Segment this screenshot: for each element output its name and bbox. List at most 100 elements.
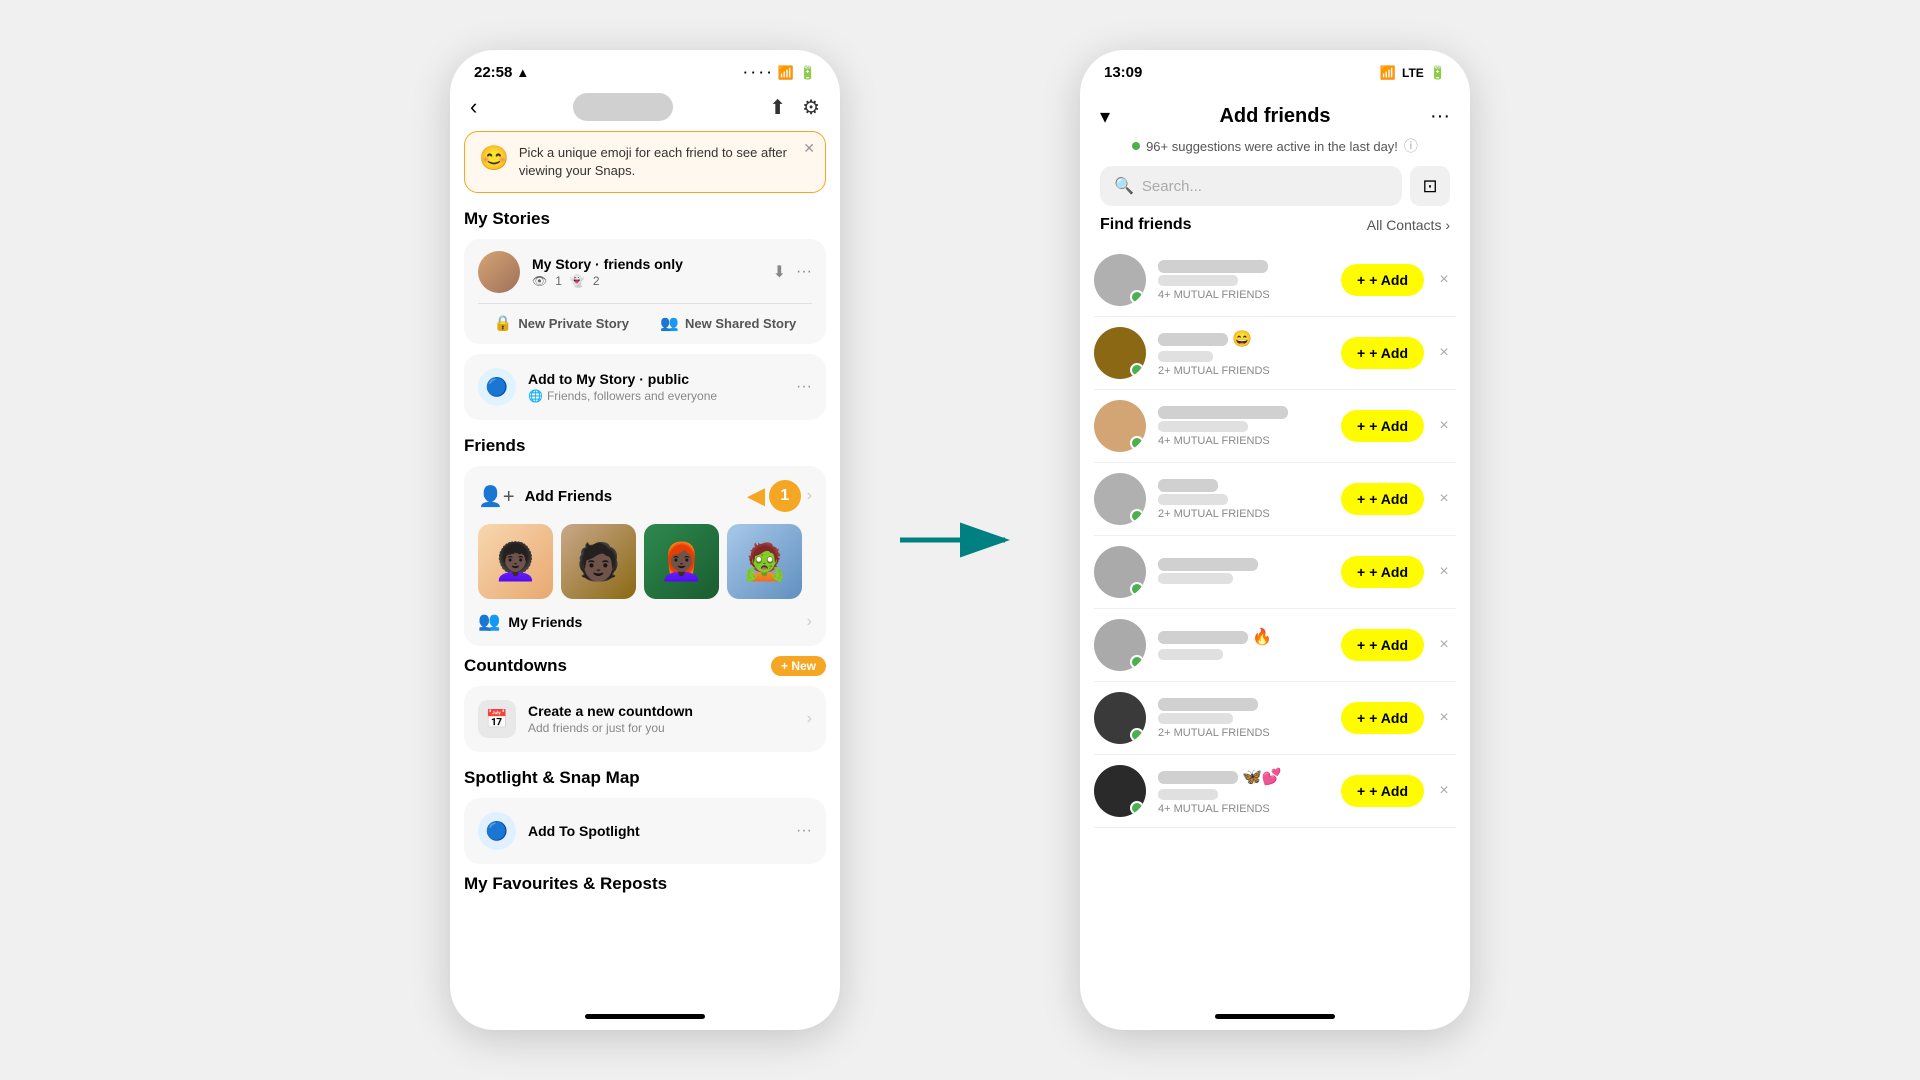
all-contacts-link[interactable]: All Contacts › bbox=[1367, 217, 1450, 233]
add-icon-1: + bbox=[1357, 272, 1365, 288]
public-info: Add to My Story · public 🌐 Friends, foll… bbox=[528, 371, 784, 403]
bitmoji-2: 🧑🏿 bbox=[561, 524, 636, 599]
countdown-info: Create a new countdown Add friends or ju… bbox=[528, 703, 795, 735]
countdown-card[interactable]: 📅 Create a new countdown Add friends or … bbox=[464, 686, 826, 752]
active-dot bbox=[1132, 142, 1140, 150]
af-chevron-icon[interactable]: ▾ bbox=[1100, 104, 1110, 129]
dismiss-button-6[interactable]: × bbox=[1432, 633, 1456, 657]
new-private-story-button[interactable]: 🔒 New Private Story bbox=[494, 314, 629, 332]
home-bar-right bbox=[1215, 1014, 1335, 1019]
countdown-chevron: › bbox=[807, 710, 812, 728]
friend-item-8: 🦋💕 4+ MUTUAL FRIENDS + + Add × bbox=[1094, 755, 1456, 828]
add-icon-3: + bbox=[1357, 418, 1365, 434]
status-time-left: 22:58 ▲ bbox=[474, 64, 529, 81]
add-button-2[interactable]: + + Add bbox=[1341, 337, 1424, 369]
friend-name-bar-6 bbox=[1158, 631, 1248, 644]
dismiss-button-2[interactable]: × bbox=[1432, 341, 1456, 365]
add-button-1[interactable]: + + Add bbox=[1341, 264, 1424, 296]
friend-mutual-8: 4+ MUTUAL FRIENDS bbox=[1158, 803, 1329, 815]
views-count: 1 bbox=[555, 274, 562, 288]
new-shared-story-button[interactable]: 👥 New Shared Story bbox=[660, 314, 796, 332]
upload-icon[interactable]: ⬆ bbox=[769, 95, 786, 120]
spotlight-title: Add To Spotlight bbox=[528, 823, 784, 839]
battery-icon: 🔋 bbox=[800, 65, 816, 81]
back-button-left[interactable]: ‹ bbox=[470, 94, 477, 120]
search-row: 🔍 Search... ⊡ bbox=[1100, 166, 1450, 206]
add-icon-5: + bbox=[1357, 564, 1365, 580]
countdown-title: Create a new countdown bbox=[528, 703, 795, 719]
left-phone: 22:58 ▲ · · · · 📶 🔋 ‹ ⬆ ⚙ 😊 Pick a uniqu… bbox=[450, 50, 840, 1030]
friend-avatar-2 bbox=[1094, 327, 1146, 379]
spotlight-more-icon[interactable]: ··· bbox=[796, 822, 812, 840]
friend-actions-4: + + Add × bbox=[1341, 483, 1456, 515]
my-friends-row[interactable]: 👥 My Friends › bbox=[478, 603, 812, 632]
friend-username-bar-7 bbox=[1158, 713, 1233, 724]
friend-name-bar-3 bbox=[1158, 406, 1288, 419]
avatars-row: 👩🏿‍🦱 🧑🏿 👩🏿‍🦰 🧟 bbox=[478, 512, 812, 603]
add-button-4[interactable]: + + Add bbox=[1341, 483, 1424, 515]
time-right: 13:09 bbox=[1104, 64, 1142, 81]
friend-name-row-2: 😄 bbox=[1158, 329, 1329, 349]
story-divider bbox=[478, 303, 812, 304]
friend-name-bar-8 bbox=[1158, 771, 1238, 784]
friend-item-3: 4+ MUTUAL FRIENDS + + Add × bbox=[1094, 390, 1456, 463]
friend-username-bar-4 bbox=[1158, 494, 1228, 505]
add-friends-row[interactable]: 👤+ Add Friends ◀ 1 › bbox=[478, 480, 812, 512]
af-subtitle-row: 96+ suggestions were active in the last … bbox=[1100, 132, 1450, 166]
dismiss-button-5[interactable]: × bbox=[1432, 560, 1456, 584]
friend-emoji-8: 🦋💕 bbox=[1242, 767, 1282, 787]
friend-name-row-8: 🦋💕 bbox=[1158, 767, 1329, 787]
dismiss-button-4[interactable]: × bbox=[1432, 487, 1456, 511]
settings-icon[interactable]: ⚙ bbox=[802, 95, 820, 120]
promo-close-icon[interactable]: ✕ bbox=[803, 140, 815, 157]
spotlight-card[interactable]: 🔵 Add To Spotlight ··· bbox=[464, 798, 826, 864]
story-avatar bbox=[478, 251, 520, 293]
add-icon-7: + bbox=[1357, 710, 1365, 726]
header-pill bbox=[573, 93, 673, 121]
favourites-heading: My Favourites & Reposts bbox=[464, 874, 826, 894]
signal-icon: 📶 bbox=[1380, 65, 1396, 81]
public-more-icon[interactable]: ··· bbox=[796, 378, 812, 396]
friend-mutual-4: 2+ MUTUAL FRIENDS bbox=[1158, 508, 1329, 520]
friend-info-6: 🔥 bbox=[1158, 627, 1329, 663]
search-placeholder: Search... bbox=[1142, 178, 1202, 195]
add-button-3[interactable]: + + Add bbox=[1341, 410, 1424, 442]
qr-button[interactable]: ⊡ bbox=[1410, 166, 1450, 206]
friend-info-8: 🦋💕 4+ MUTUAL FRIENDS bbox=[1158, 767, 1329, 815]
friend-info-3: 4+ MUTUAL FRIENDS bbox=[1158, 406, 1329, 447]
public-story-card[interactable]: 🔵 Add to My Story · public 🌐 Friends, fo… bbox=[464, 354, 826, 420]
dismiss-button-8[interactable]: × bbox=[1432, 779, 1456, 803]
dismiss-button-3[interactable]: × bbox=[1432, 414, 1456, 438]
add-icon-8: + bbox=[1357, 783, 1365, 799]
new-badge[interactable]: + New bbox=[771, 656, 826, 676]
spotlight-heading: Spotlight & Snap Map bbox=[464, 768, 826, 788]
countdown-subtitle: Add friends or just for you bbox=[528, 721, 795, 735]
friend-name-row-4 bbox=[1158, 479, 1329, 492]
bitmoji-1: 👩🏿‍🦱 bbox=[478, 524, 553, 599]
add-icon-2: + bbox=[1357, 345, 1365, 361]
status-icons-right: 📶 LTE 🔋 bbox=[1380, 65, 1446, 81]
friend-username-bar-8 bbox=[1158, 789, 1218, 800]
add-person-icon: 👤+ bbox=[478, 484, 515, 509]
af-more-icon[interactable]: ··· bbox=[1430, 105, 1450, 128]
add-button-6[interactable]: + + Add bbox=[1341, 629, 1424, 661]
add-button-7[interactable]: + + Add bbox=[1341, 702, 1424, 734]
af-title-row: ▾ Add friends ··· bbox=[1100, 99, 1450, 132]
dismiss-button-1[interactable]: × bbox=[1432, 268, 1456, 292]
download-icon[interactable]: ⬇ bbox=[773, 262, 786, 282]
transition-arrow bbox=[900, 510, 1020, 570]
friend-avatar-5 bbox=[1094, 546, 1146, 598]
home-indicator-right bbox=[1080, 1002, 1470, 1030]
arrow-indicator: ◀ 1 bbox=[748, 480, 801, 512]
friend-name-bar-5 bbox=[1158, 558, 1258, 571]
more-icon[interactable]: ··· bbox=[796, 263, 812, 281]
add-button-8[interactable]: + + Add bbox=[1341, 775, 1424, 807]
friend-username-bar-2 bbox=[1158, 351, 1213, 362]
add-button-5[interactable]: + + Add bbox=[1341, 556, 1424, 588]
dismiss-button-7[interactable]: × bbox=[1432, 706, 1456, 730]
story-title: My Story · friends only bbox=[532, 256, 761, 272]
lock-icon: 🔒 bbox=[494, 314, 513, 332]
friend-mutual-7: 2+ MUTUAL FRIENDS bbox=[1158, 727, 1329, 739]
search-bar[interactable]: 🔍 Search... bbox=[1100, 166, 1402, 206]
story-actions: ⬇ ··· bbox=[773, 262, 812, 282]
